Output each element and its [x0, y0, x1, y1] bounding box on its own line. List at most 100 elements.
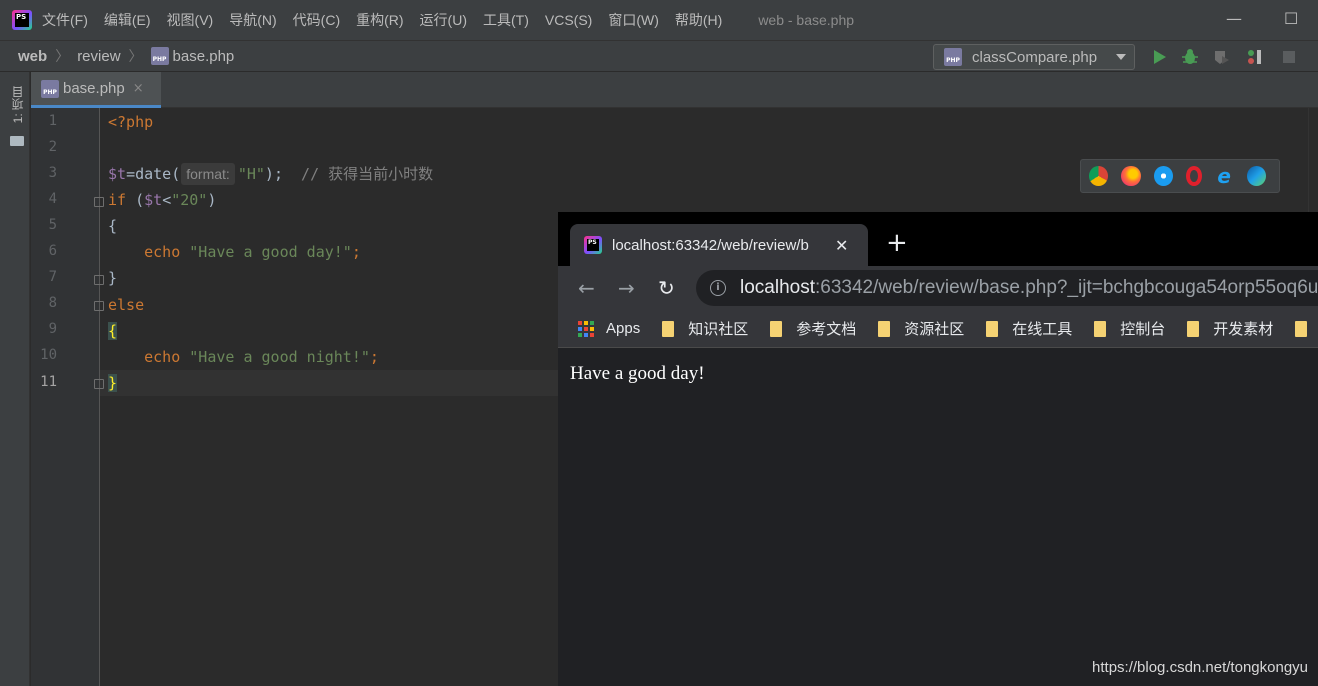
menu-help[interactable]: 帮助(H) — [675, 10, 722, 30]
code-line-8[interactable]: else — [108, 292, 144, 318]
code-brace-matched: } — [108, 374, 118, 392]
menu-run[interactable]: 运行(U) — [420, 10, 467, 30]
edge-icon[interactable] — [1246, 166, 1267, 186]
bookmark-folder[interactable]: 参考文档 — [770, 318, 856, 339]
fold-marker-icon[interactable] — [94, 197, 104, 207]
bookmark-folder[interactable]: 控制台 — [1094, 318, 1165, 339]
run-configuration-label: classCompare.php — [972, 48, 1098, 66]
coverage-icon[interactable] — [1212, 48, 1230, 66]
menu-navigate[interactable]: 导航(N) — [229, 10, 276, 30]
bookmark-folder[interactable]: 在线工具 — [986, 318, 1072, 339]
menu-tools[interactable]: 工具(T) — [483, 10, 529, 30]
stop-icon[interactable] — [1280, 48, 1298, 66]
folder-icon — [878, 320, 891, 337]
menu-file[interactable]: 文件(F) — [42, 10, 88, 30]
debug-icon[interactable] — [1181, 48, 1199, 66]
address-bar[interactable]: i localhost:63342/web/review/base.php?_i… — [696, 270, 1318, 306]
info-icon[interactable]: i — [710, 280, 726, 296]
bookmark-label: 知识社区 — [688, 321, 749, 338]
fold-marker-icon[interactable] — [94, 301, 104, 311]
code-line-6[interactable]: echo "Have a good day!"; — [108, 239, 361, 265]
bookmark-folder-partial[interactable] — [1295, 320, 1318, 337]
back-icon[interactable]: ← — [578, 276, 595, 300]
close-icon[interactable]: × — [133, 81, 144, 96]
bookmark-folder[interactable]: 知识社区 — [662, 318, 748, 339]
menu-view[interactable]: 视图(V) — [167, 10, 214, 30]
forward-icon[interactable]: → — [618, 276, 635, 300]
php-open-tag: <?php — [108, 113, 154, 131]
code-line-11[interactable]: } — [108, 370, 118, 396]
fold-marker-icon[interactable] — [94, 379, 104, 389]
folder-icon — [10, 136, 24, 146]
bookmarks-bar: Apps 知识社区 参考文档 资源社区 在线工具 控制台 开发素材 — [558, 310, 1318, 348]
menu-refactor[interactable]: 重构(R) — [356, 10, 403, 30]
code-call: =date( — [126, 165, 181, 183]
ie-icon[interactable]: e — [1215, 166, 1234, 186]
firefox-icon[interactable] — [1121, 166, 1141, 186]
bookmark-folder[interactable]: 资源社区 — [878, 318, 964, 339]
line-number: 4 — [48, 191, 57, 207]
bookmark-label: 在线工具 — [1012, 321, 1073, 338]
project-tool-button[interactable]: 1: 项目 — [9, 86, 26, 123]
maximize-button[interactable]: ☐ — [1284, 9, 1298, 28]
code-string: "H" — [237, 165, 265, 183]
folder-icon — [770, 320, 783, 337]
opera-icon[interactable] — [1185, 166, 1202, 186]
bookmark-label: Apps — [606, 320, 641, 337]
minimize-button[interactable]: — — [1226, 9, 1242, 28]
menu-edit[interactable]: 编辑(E) — [104, 10, 151, 30]
navigation-bar: web 〉 review 〉 PHP base.php PHP classCom… — [0, 40, 1318, 72]
code-keyword: echo — [108, 243, 190, 261]
chevron-right-icon: 〉 — [55, 49, 70, 65]
code-punct: ) — [207, 191, 217, 209]
run-configuration-select[interactable]: PHP classCompare.php — [933, 44, 1135, 70]
menu-vcs[interactable]: VCS(S) — [545, 12, 592, 28]
line-number: 10 — [40, 347, 57, 363]
code-line-3[interactable]: $t=date(format: "H"); // 获得当前小时数 — [108, 161, 433, 187]
menu-code[interactable]: 代码(C) — [293, 10, 340, 30]
watermark-text: https://blog.csdn.net/tongkongyu — [1092, 659, 1308, 676]
code-string: "Have a good day!" — [189, 243, 352, 261]
new-tab-button[interactable]: + — [886, 230, 908, 256]
fold-marker-icon[interactable] — [94, 275, 104, 285]
close-icon[interactable]: ✕ — [835, 236, 848, 255]
bookmark-label: 开发素材 — [1213, 321, 1274, 338]
php-file-icon: PHP — [150, 47, 169, 65]
apps-grid-icon — [578, 320, 594, 337]
tool-window-strip: 1: 项目 — [0, 72, 30, 686]
folder-icon — [1295, 320, 1308, 337]
run-icon[interactable] — [1150, 48, 1168, 66]
code-keyword: else — [108, 296, 145, 314]
menu-window[interactable]: 窗口(W) — [608, 10, 659, 30]
chrome-icon[interactable] — [1089, 166, 1109, 186]
tab-base-php[interactable]: PHP base.php × — [31, 72, 161, 108]
line-number: 11 — [40, 374, 57, 390]
browser-tab[interactable]: PS localhost:63342/web/review/b ✕ — [570, 224, 868, 266]
code-line-7[interactable]: } — [108, 265, 117, 291]
bookmark-apps[interactable]: Apps — [578, 320, 640, 337]
code-line-4[interactable]: if ($t<"20") — [108, 187, 216, 213]
page-output-text: Have a good day! — [570, 363, 705, 384]
code-line-5[interactable]: { — [108, 213, 117, 239]
code-comment: // 获得当前小时数 — [301, 165, 434, 183]
code-punct: ; — [351, 243, 361, 261]
line-number: 3 — [48, 165, 57, 181]
reload-icon[interactable]: ↻ — [658, 276, 675, 300]
breadcrumb-project[interactable]: web — [18, 48, 47, 65]
phpstorm-logo-icon: PS — [12, 10, 32, 30]
address-url: localhost:63342/web/review/base.php?_ijt… — [740, 277, 1318, 299]
code-string: "20" — [171, 191, 208, 209]
code-line-9[interactable]: { — [108, 318, 118, 344]
code-line-10[interactable]: echo "Have a good night!"; — [108, 344, 379, 370]
breadcrumb-file[interactable]: base.php — [173, 48, 235, 65]
browser-tab-title: localhost:63342/web/review/b — [612, 236, 809, 254]
php-file-icon: PHP — [944, 48, 962, 66]
breadcrumb-folder[interactable]: review — [77, 48, 120, 65]
menu-bar: PS 文件(F) 编辑(E) 视图(V) 导航(N) 代码(C) 重构(R) 运… — [0, 0, 1318, 40]
bookmark-folder[interactable]: 开发素材 — [1187, 318, 1273, 339]
profiler-icon[interactable] — [1245, 48, 1263, 66]
safari-icon[interactable] — [1153, 166, 1173, 186]
code-punct: ( — [126, 191, 145, 209]
code-line-1[interactable]: <?php — [108, 109, 153, 135]
line-number: 2 — [48, 139, 57, 155]
